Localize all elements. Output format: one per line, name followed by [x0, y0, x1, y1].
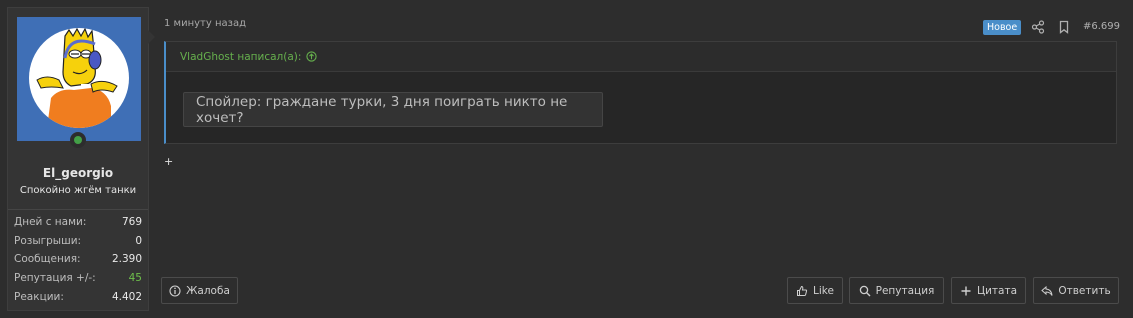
stat-label: Сообщения: — [14, 253, 81, 266]
online-status-icon — [70, 132, 86, 148]
stat-row-reactions: Реакции: 4.402 — [14, 287, 142, 306]
stat-label: Дней с нами: — [14, 216, 87, 229]
bookmark-icon[interactable] — [1058, 20, 1070, 34]
quote-header[interactable]: VladGhost написал(а): — [166, 42, 1116, 72]
stat-value: 45 — [128, 272, 142, 285]
divider — [8, 209, 148, 210]
user-title: Спокойно жгём танки — [19, 185, 137, 196]
report-button[interactable]: Жалоба — [161, 277, 238, 304]
plus-icon — [961, 286, 971, 295]
user-stats: Дней с нами: 769 Розыгрыши: 0 Сообщения:… — [14, 213, 142, 306]
search-icon — [859, 285, 871, 296]
post-timestamp[interactable]: 1 минуту назад — [164, 18, 246, 29]
quote-author[interactable]: VladGhost написал(а): — [180, 51, 301, 63]
avatar-image — [29, 28, 129, 128]
stat-label: Розыгрыши: — [14, 234, 82, 247]
like-button[interactable]: Like — [787, 277, 843, 304]
share-icon[interactable] — [1031, 20, 1045, 34]
username[interactable]: El_georgio — [8, 166, 148, 180]
arrow-up-circle-icon[interactable] — [306, 51, 318, 62]
stat-label: Репутация +/-: — [14, 272, 96, 285]
stat-label: Реакции: — [14, 290, 64, 303]
quote-block: VladGhost написал(а): Спойлер: граждане … — [164, 41, 1117, 144]
reply-label: Ответить — [1058, 284, 1111, 297]
quote-button[interactable]: Цитата — [951, 277, 1026, 304]
stat-row-messages: Сообщения: 2.390 — [14, 250, 142, 269]
stat-row-giveaways: Розыгрыши: 0 — [14, 232, 142, 251]
report-label: Жалоба — [186, 284, 230, 297]
stat-value[interactable]: 2.390 — [112, 253, 142, 265]
avatar[interactable] — [17, 17, 141, 141]
info-icon — [169, 284, 181, 297]
reply-button[interactable]: Ответить — [1033, 277, 1119, 304]
post-body: + — [164, 155, 174, 168]
avatar-pointer — [148, 30, 155, 44]
quote-label: Цитата — [976, 284, 1018, 297]
spoiler-button[interactable]: Спойлер: граждане турки, 3 дня поиграть … — [183, 92, 603, 127]
reputation-button[interactable]: Репутация — [849, 277, 944, 304]
stat-value: 769 — [121, 216, 142, 229]
post-number[interactable]: #6.699 — [1083, 21, 1120, 32]
stat-value: 4.402 — [111, 290, 142, 303]
reply-icon — [1041, 285, 1053, 296]
user-card: El_georgio Спокойно жгём танки Дней с на… — [7, 7, 155, 311]
new-badge: Новое — [983, 20, 1022, 35]
like-label: Like — [813, 284, 834, 297]
thumbs-up-icon — [797, 285, 808, 296]
stat-row-reputation: Репутация +/-: 45 — [14, 269, 142, 288]
stat-row-days: Дней с нами: 769 — [14, 213, 142, 232]
reputation-label: Репутация — [875, 284, 935, 297]
stat-value: 0 — [135, 234, 142, 247]
